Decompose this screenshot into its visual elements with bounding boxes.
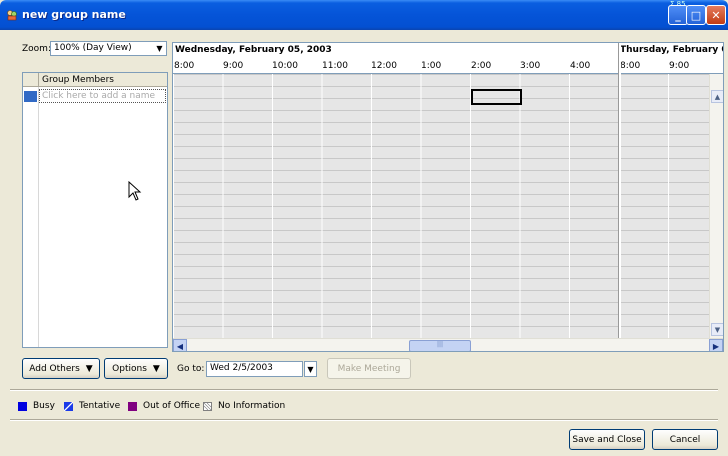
window-title: new group name: [22, 8, 126, 21]
legend-label: No Information: [218, 401, 286, 411]
separator: [10, 419, 718, 421]
members-column-header: Group Members: [42, 75, 114, 85]
dropdown-arrow-icon: ▼: [152, 363, 160, 374]
scroll-up-button[interactable]: ▲: [711, 90, 723, 103]
goto-date-field[interactable]: Wed 2/5/2003: [206, 361, 303, 377]
goto-label: Go to:: [177, 364, 205, 374]
hour-label: 8:00: [620, 61, 641, 71]
zoom-value: 100% (Day View): [54, 43, 132, 53]
horizontal-scrollbar[interactable]: ◀ ||| ▶: [173, 338, 723, 351]
legend-label: Out of Office: [143, 401, 200, 411]
title-bar: new group name Σ 85 _ □ ✕: [0, 0, 728, 30]
hour-label: 9:00: [669, 61, 690, 71]
out-of-office-swatch: [128, 401, 137, 411]
availability-cells[interactable]: [173, 74, 709, 338]
group-icon: [7, 10, 17, 21]
select-all-cell[interactable]: [23, 73, 39, 87]
add-others-button[interactable]: Add Others ▼: [22, 358, 100, 379]
legend-label: Tentative: [79, 401, 121, 411]
calendar-dropdown-icon[interactable]: ▼: [304, 361, 317, 377]
row-gutter: [38, 87, 39, 347]
hour-label: 8:00: [174, 61, 195, 71]
hour-label: 9:00: [223, 61, 244, 71]
hour-label: 2:00: [471, 61, 492, 71]
add-name-field[interactable]: Click here to add a name: [39, 89, 166, 103]
legend-no-information: No Information: [203, 401, 285, 411]
close-icon: ✕: [711, 8, 721, 22]
chevron-down-icon[interactable]: ▼: [153, 42, 166, 55]
group-members-list: Group Members Click here to add a name: [22, 72, 168, 348]
options-button[interactable]: Options ▼: [104, 358, 168, 379]
minimize-icon: _: [675, 8, 681, 22]
day-header-next: Thursday, February 06: [620, 45, 724, 55]
scroll-thumb[interactable]: |||: [409, 340, 471, 351]
cancel-label: Cancel: [669, 434, 701, 445]
hour-label: 4:00: [570, 61, 591, 71]
scroll-down-button[interactable]: ▼: [711, 323, 723, 336]
day-header: Wednesday, February 05, 2003: [175, 45, 332, 55]
legend-out-of-office: Out of Office: [128, 401, 200, 411]
day-divider: [618, 43, 621, 338]
options-label: Options: [112, 363, 147, 374]
hour-label: 3:00: [520, 61, 541, 71]
close-button[interactable]: ✕: [706, 5, 726, 25]
save-and-close-button[interactable]: Save and Close: [569, 429, 645, 450]
row-selector[interactable]: [24, 91, 37, 102]
maximize-button[interactable]: □: [686, 5, 706, 25]
selected-time-slot[interactable]: [471, 89, 522, 105]
schedule-grid: Wednesday, February 05, 2003 Thursday, F…: [172, 42, 724, 352]
separator: [10, 389, 718, 391]
legend-label: Busy: [33, 401, 55, 411]
legend-busy: Busy: [18, 401, 55, 411]
zoom-select[interactable]: 100% (Day View) ▼: [50, 41, 167, 56]
busy-swatch: [18, 401, 27, 411]
scroll-right-button[interactable]: ▶: [709, 339, 723, 351]
make-meeting-button[interactable]: Make Meeting: [327, 358, 411, 379]
vertical-scrollbar[interactable]: ▲ ▼: [709, 74, 723, 338]
hour-label: 11:00: [322, 61, 348, 71]
minimize-button[interactable]: _: [668, 5, 688, 25]
save-and-close-label: Save and Close: [572, 434, 642, 445]
hour-label: 1:00: [421, 61, 442, 71]
no-information-swatch: [203, 401, 212, 411]
maximize-icon: □: [690, 8, 702, 22]
mouse-pointer-icon: [128, 181, 142, 201]
members-header: Group Members: [23, 73, 167, 87]
hour-label: 12:00: [371, 61, 397, 71]
tentative-swatch: [64, 401, 73, 411]
cancel-button[interactable]: Cancel: [652, 429, 718, 450]
legend-tentative: Tentative: [64, 401, 120, 411]
scroll-left-button[interactable]: ◀: [173, 339, 187, 351]
add-others-label: Add Others: [29, 363, 80, 374]
hour-label: 10:00: [272, 61, 298, 71]
dropdown-arrow-icon: ▼: [85, 363, 93, 374]
zoom-label: Zoom:: [22, 44, 51, 54]
make-meeting-label: Make Meeting: [337, 363, 401, 374]
